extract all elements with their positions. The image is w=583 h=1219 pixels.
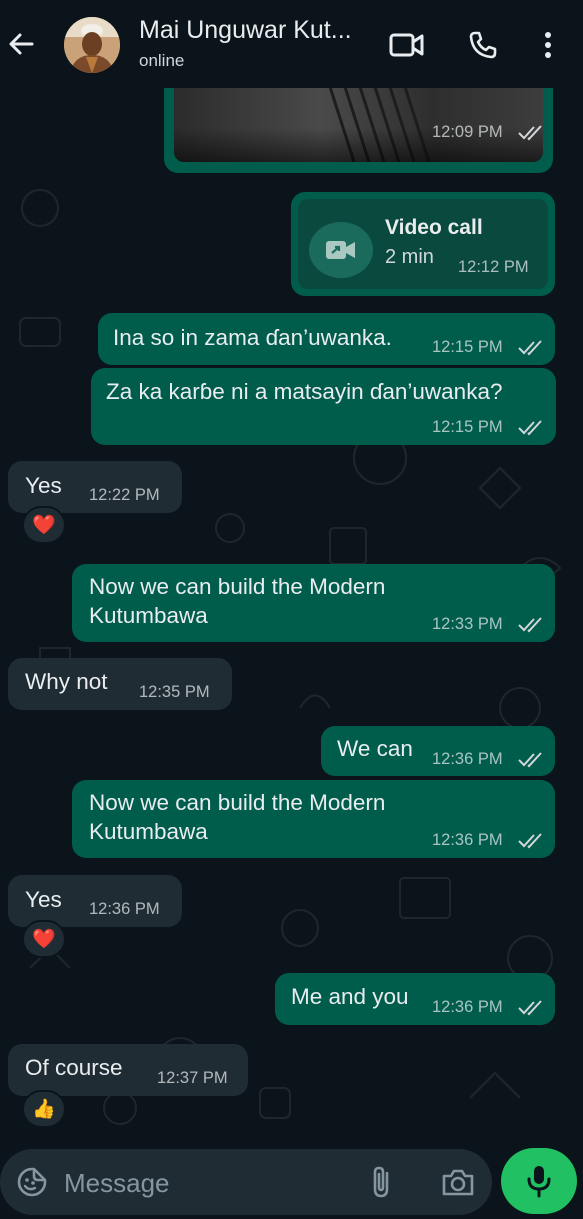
read-ticks-icon <box>518 833 542 849</box>
video-camera-icon <box>326 241 355 259</box>
message-time: 12:15 PM <box>432 338 503 356</box>
message-input-box[interactable] <box>0 1149 492 1215</box>
message-time: 12:22 PM <box>89 486 160 504</box>
message-text: Yes <box>25 887 62 912</box>
call-title: Video call <box>385 216 483 239</box>
reaction-thumbs-up[interactable]: 👍 <box>22 1090 66 1128</box>
arrow-left-icon <box>9 33 34 55</box>
message-time: 12:36 PM <box>432 831 503 849</box>
message-text-line2: Kutumbawa <box>89 819 208 844</box>
back-button[interactable] <box>4 24 40 64</box>
contact-avatar[interactable] <box>64 17 120 73</box>
read-ticks-icon <box>518 420 542 436</box>
incoming-message[interactable]: Why not 12:35 PM <box>8 658 232 710</box>
video-call-icon-circle <box>309 222 373 278</box>
camera-icon <box>442 1169 474 1196</box>
message-time: 12:36 PM <box>432 750 503 768</box>
call-duration: 2 min <box>385 246 434 268</box>
avatar-photo <box>64 17 120 73</box>
message-text: Me and you <box>291 984 409 1009</box>
outgoing-message[interactable]: Ina so in zama ɗan’uwanka. 12:15 PM <box>98 313 555 365</box>
message-text-line1: Now we can build the Modern <box>89 790 386 815</box>
outgoing-message[interactable]: Now we can build the Modern Kutumbawa 12… <box>72 780 555 858</box>
reaction-heart[interactable]: ❤️ <box>22 506 66 544</box>
outgoing-message[interactable]: Me and you 12:36 PM <box>275 973 555 1025</box>
message-text-line1: Now we can build the Modern <box>89 574 386 599</box>
message-text-line2: Kutumbawa <box>89 603 208 628</box>
more-options-button[interactable] <box>528 26 568 64</box>
more-vertical-icon <box>545 32 551 58</box>
video-call-button[interactable] <box>387 26 427 64</box>
message-time: 12:36 PM <box>89 900 160 918</box>
outgoing-message[interactable]: Now we can build the Modern Kutumbawa 12… <box>72 564 555 642</box>
message-text: Yes <box>25 473 62 498</box>
outgoing-message[interactable]: We can 12:36 PM <box>321 726 555 776</box>
message-time: 12:12 PM <box>458 258 529 276</box>
paperclip-icon <box>373 1166 389 1198</box>
sticker-icon <box>17 1167 47 1197</box>
read-ticks-icon <box>518 340 542 356</box>
message-time: 12:09 PM <box>432 123 503 141</box>
message-text: Za ka karɓe ni a matsayin ɗan’uwanka? <box>106 379 503 404</box>
chat-header: Mai Unguwar Kut... online <box>0 0 583 88</box>
video-call-message[interactable]: Video call 2 min 12:12 PM <box>291 192 555 296</box>
read-ticks-icon <box>518 752 542 768</box>
microphone-icon <box>527 1166 551 1198</box>
emoji-sticker-button[interactable] <box>16 1166 48 1198</box>
attach-button[interactable] <box>367 1165 397 1199</box>
camera-button[interactable] <box>441 1167 475 1197</box>
message-input[interactable] <box>64 1167 354 1199</box>
message-time: 12:37 PM <box>157 1069 228 1087</box>
read-ticks-icon <box>518 617 542 633</box>
video-camera-icon <box>389 33 424 57</box>
message-text: Why not <box>25 669 108 694</box>
incoming-message[interactable]: Of course 12:37 PM <box>8 1044 248 1096</box>
message-text: We can <box>337 736 413 761</box>
phone-icon <box>469 31 497 59</box>
composer-bar <box>0 1142 583 1219</box>
message-text: Of course <box>25 1055 123 1080</box>
contact-name[interactable]: Mai Unguwar Kut... <box>139 16 352 45</box>
message-time: 12:15 PM <box>432 418 503 436</box>
contact-status: online <box>139 51 185 70</box>
incoming-message[interactable]: Yes 12:22 PM <box>8 461 182 513</box>
read-ticks-icon <box>518 125 542 141</box>
voice-message-button[interactable] <box>501 1148 577 1214</box>
message-time: 12:36 PM <box>432 998 503 1016</box>
outgoing-message[interactable]: Za ka karɓe ni a matsayin ɗan’uwanka? 12… <box>91 368 556 445</box>
incoming-message[interactable]: Yes 12:36 PM <box>8 875 182 927</box>
message-time: 12:33 PM <box>432 615 503 633</box>
reaction-heart[interactable]: ❤️ <box>22 920 66 958</box>
chat-area[interactable]: 12:09 PM Video call 2 min 12:12 PM Ina s… <box>0 88 583 1142</box>
image-message[interactable]: 12:09 PM <box>164 88 553 173</box>
voice-call-button[interactable] <box>463 26 503 64</box>
message-text: Ina so in zama ɗan’uwanka. <box>113 325 392 350</box>
read-ticks-icon <box>518 1000 542 1016</box>
message-time: 12:35 PM <box>139 683 210 701</box>
